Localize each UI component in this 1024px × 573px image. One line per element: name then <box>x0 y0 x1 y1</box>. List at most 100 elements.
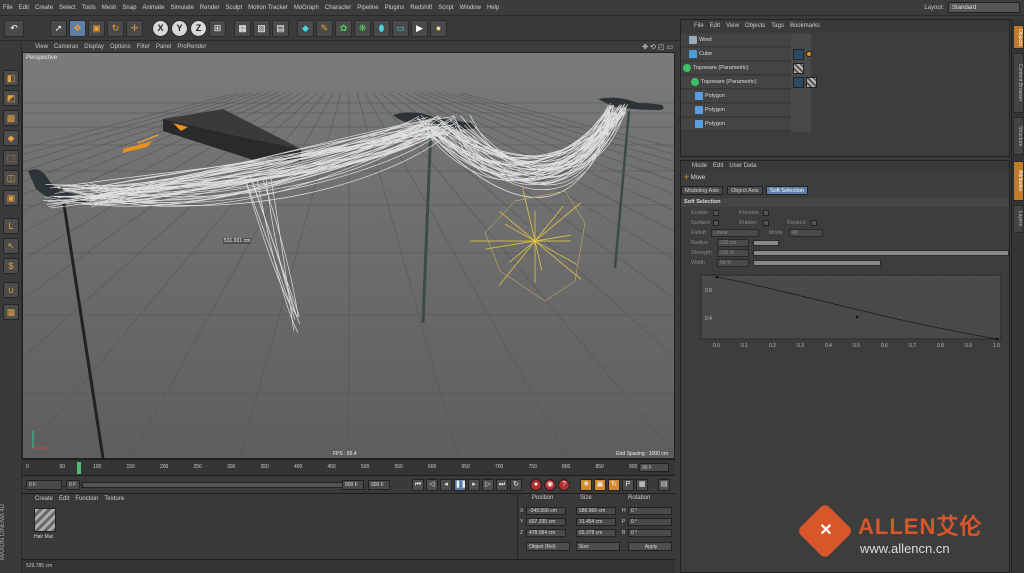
viewport-perspective[interactable]: Perspective 531.931 cm FPS : 85.4 Grid S… <box>22 52 675 459</box>
position-z-field[interactable]: 478.084 cm <box>526 529 566 537</box>
object-row-polygon[interactable]: Polygon <box>681 118 791 131</box>
workplane-icon[interactable]: ◆ <box>3 130 19 146</box>
menu-character[interactable]: Character <box>322 0 354 16</box>
enable-checkbox[interactable] <box>713 210 719 216</box>
texture-mode-icon[interactable]: ▩ <box>3 110 19 126</box>
coord-size-select[interactable]: Size <box>576 542 620 551</box>
camera-icon[interactable]: ▶ <box>411 20 428 37</box>
object-row-wind[interactable]: Wind <box>681 34 791 47</box>
key-pla-icon[interactable]: ▦ <box>636 479 648 491</box>
menu-mograph[interactable]: MoGraph <box>291 0 322 16</box>
coordinate-system-icon[interactable]: ⊞ <box>209 20 226 37</box>
z-axis-toggle[interactable]: Z <box>190 20 207 37</box>
menu-plugins[interactable]: Plugins <box>382 0 408 16</box>
next-frame-icon[interactable]: ▸ <box>468 479 480 491</box>
width-field[interactable]: 50 % <box>717 259 749 267</box>
loop-icon[interactable]: ↻ <box>510 479 522 491</box>
timeline-end-frame[interactable]: 90 F <box>639 463 669 472</box>
menu-select[interactable]: Select <box>56 0 79 16</box>
vp-menu-panel[interactable]: Panel <box>153 42 174 52</box>
deformer-icon[interactable]: ⬮ <box>373 20 390 37</box>
max-frame-field[interactable]: 900 F <box>342 480 364 490</box>
object-row-polygon[interactable]: Polygon <box>681 104 791 117</box>
rotation-h-field[interactable]: 0 ° <box>628 507 672 515</box>
key-position-icon[interactable]: ✥ <box>580 479 592 491</box>
menu-help[interactable]: Help <box>484 0 502 16</box>
menu-animate[interactable]: Animate <box>139 0 167 16</box>
key-rotation-icon[interactable]: ↻ <box>608 479 620 491</box>
restrict-checkbox[interactable] <box>811 220 817 226</box>
cloner-icon[interactable]: ❋ <box>354 20 371 37</box>
menu-tools[interactable]: Tools <box>79 0 99 16</box>
range-slider[interactable] <box>82 482 354 488</box>
apply-button[interactable]: Apply <box>628 542 672 551</box>
vp-menu-options[interactable]: Options <box>107 42 134 52</box>
falloff-curve-graph[interactable]: 0.8 0.4 0.0 0.1 0.2 0.3 0.4 0.5 0.6 0.7 0.8 0.9 1.… <box>681 271 1009 356</box>
tab-attributes[interactable]: Attributes <box>1013 161 1024 201</box>
timeline-ruler[interactable]: 0 50 100 150 200 250 300 350 400 450 500 550 600 650 7… <box>22 459 675 475</box>
rotation-b-field[interactable]: 0 ° <box>628 529 672 537</box>
transform-tool-icon[interactable]: ✛ <box>126 20 143 37</box>
menu-simulate[interactable]: Simulate <box>167 0 196 16</box>
playhead[interactable] <box>77 462 81 474</box>
scale-tool-icon[interactable]: ▣ <box>88 20 105 37</box>
strength-slider[interactable] <box>753 250 1009 256</box>
om-menu-objects[interactable]: Objects <box>742 20 768 32</box>
record-keys-icon[interactable]: ● <box>530 479 542 491</box>
om-menu-view[interactable]: View <box>723 20 742 32</box>
end-frame-field[interactable]: 900 F <box>368 480 390 490</box>
mat-menu-edit[interactable]: Edit <box>56 494 72 504</box>
tab-objects[interactable]: Objects <box>1013 25 1024 49</box>
am-menu-edit[interactable]: Edit <box>710 161 726 172</box>
rotation-p-field[interactable]: 0 ° <box>628 518 672 526</box>
layout-select[interactable]: Standard <box>948 2 1020 13</box>
pause-icon[interactable]: ❚❚ <box>454 479 467 491</box>
mat-menu-function[interactable]: Function <box>72 494 101 504</box>
vp-menu-cameras[interactable]: Cameras <box>51 42 81 52</box>
menu-redshift[interactable]: Redshift <box>407 0 435 16</box>
vp-menu-display[interactable]: Display <box>81 42 107 52</box>
rotate-tool-icon[interactable]: ↻ <box>107 20 124 37</box>
vp-menu-filter[interactable]: Filter <box>134 42 153 52</box>
object-row-cube[interactable]: Cube <box>681 48 791 61</box>
y-axis-toggle[interactable]: Y <box>171 20 188 37</box>
undo-icon[interactable]: ↶ <box>4 20 24 37</box>
render-view-icon[interactable]: ▦ <box>234 20 251 37</box>
tag-dot-icon[interactable] <box>806 51 812 57</box>
menu-edit[interactable]: Edit <box>16 0 32 16</box>
surface-checkbox[interactable] <box>713 220 719 226</box>
make-editable-icon[interactable]: ◧ <box>3 70 19 86</box>
tab-object-axis[interactable]: Object Axis <box>727 186 763 195</box>
grid-icon[interactable]: ▦ <box>3 304 19 320</box>
move-tool-icon[interactable]: ✥ <box>69 20 86 37</box>
prev-frame-icon[interactable]: ◂ <box>440 479 452 491</box>
key-scale-icon[interactable]: ▣ <box>594 479 606 491</box>
strength-field[interactable]: 100 % <box>717 249 749 257</box>
position-y-field[interactable]: 607.335 cm <box>526 518 566 526</box>
hair-material-tag-icon[interactable] <box>793 49 804 60</box>
goto-end-icon[interactable]: ⏭ <box>496 479 508 491</box>
menu-script[interactable]: Script <box>435 0 456 16</box>
checker-material-tag-icon[interactable] <box>793 63 804 74</box>
select-arrow-icon[interactable]: ➚ <box>50 20 67 37</box>
position-x-field[interactable]: -349.556 cm <box>526 507 566 515</box>
tweak-icon[interactable]: ↖ <box>3 238 19 254</box>
menu-pipeline[interactable]: Pipeline <box>354 0 381 16</box>
om-menu-bookmarks[interactable]: Bookmarks <box>787 20 823 32</box>
vp-menu-view[interactable]: View <box>32 42 51 52</box>
key-parameter-icon[interactable]: P <box>622 479 634 491</box>
menu-create[interactable]: Create <box>32 0 56 16</box>
om-menu-tags[interactable]: Tags <box>768 20 787 32</box>
magnet-icon[interactable]: ∪ <box>3 282 19 298</box>
size-y-field[interactable]: 31.454 cm <box>576 518 616 526</box>
width-slider[interactable] <box>753 260 881 266</box>
size-x-field[interactable]: 589.966 cm <box>576 507 616 515</box>
menu-mesh[interactable]: Mesh <box>99 0 120 16</box>
autokey-icon[interactable]: ◉ <box>544 479 556 491</box>
tab-soft-selection[interactable]: Soft Selection <box>766 186 808 195</box>
om-menu-edit[interactable]: Edit <box>707 20 723 32</box>
goto-start-icon[interactable]: ⏮ <box>412 479 424 491</box>
edges-mode-icon[interactable]: ◫ <box>3 170 19 186</box>
object-row-topoware-child[interactable]: Topoware (Parametric) <box>681 76 791 89</box>
falloff-select[interactable]: Linear <box>711 229 759 237</box>
